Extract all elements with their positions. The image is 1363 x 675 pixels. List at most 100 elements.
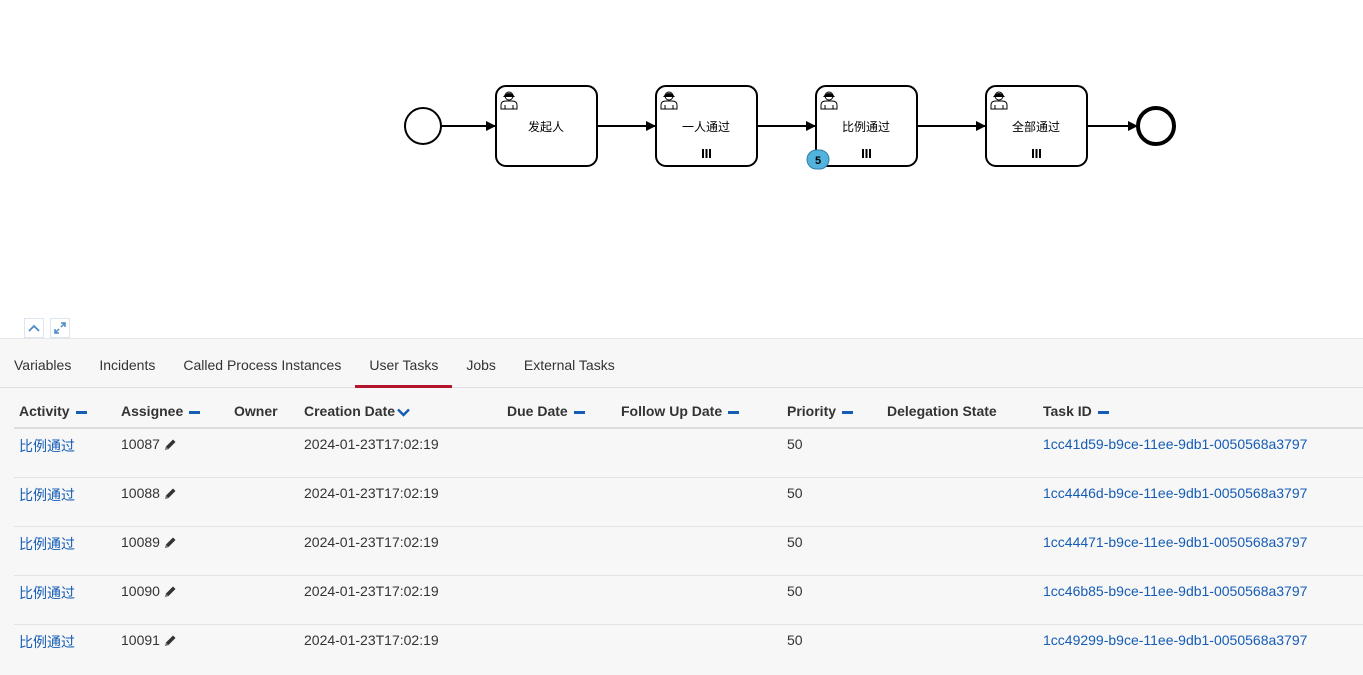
due-date-value — [502, 526, 616, 576]
instance-count-badge[interactable]: 5 — [806, 149, 830, 170]
activity-link[interactable]: 比例通过 — [19, 438, 75, 454]
svg-text:5: 5 — [815, 155, 821, 167]
owner-value — [229, 575, 299, 625]
delegation-state-value — [882, 575, 1038, 625]
task-id-link[interactable]: 1cc41d59-b9ce-11ee-9db1-0050568a3797 — [1043, 436, 1307, 452]
task-id-link[interactable]: 1cc4446d-b9ce-11ee-9db1-0050568a3797 — [1043, 485, 1307, 501]
chevron-up-icon — [28, 324, 40, 332]
bpmn-diagram[interactable]: 发起人 一人通过 比例通过 5 全部通过 — [0, 0, 1363, 338]
column-header-priority[interactable]: Priority — [782, 399, 882, 429]
start-event[interactable] — [404, 107, 442, 145]
sort-none-icon[interactable] — [842, 410, 854, 414]
pencil-icon[interactable] — [163, 634, 177, 648]
priority-value: 50 — [787, 632, 803, 648]
due-date-value — [502, 477, 616, 527]
column-header-owner: Owner — [229, 399, 299, 429]
follow-up-date-value — [616, 428, 782, 478]
follow-up-date-value — [616, 477, 782, 527]
tab-variables[interactable]: Variables — [0, 339, 85, 387]
creation-date-value: 2024-01-23T17:02:19 — [299, 526, 502, 576]
priority-value: 50 — [782, 477, 882, 527]
assignee-value: 10091 — [121, 632, 160, 648]
owner-value — [229, 477, 299, 527]
follow-up-date-value — [616, 625, 782, 674]
expand-icon — [54, 322, 66, 334]
sort-none-icon[interactable] — [1097, 410, 1109, 414]
column-header-activity[interactable]: Activity — [14, 399, 116, 429]
column-header-follow-up-date[interactable]: Follow Up Date — [616, 399, 782, 429]
bpmn-canvas: 发起人 一人通过 比例通过 5 全部通过 — [404, 85, 1176, 170]
assignee-value: 10087 — [121, 436, 160, 452]
priority-value: 50 — [782, 428, 882, 478]
tab-bar: Variables Incidents Called Process Insta… — [0, 339, 1363, 388]
priority-value: 50 — [782, 526, 882, 576]
follow-up-date-value — [616, 575, 782, 625]
column-header-creation-date[interactable]: Creation Date — [299, 399, 502, 429]
owner-value — [229, 526, 299, 576]
column-header-assignee[interactable]: Assignee — [116, 399, 229, 429]
task-id-link[interactable]: 1cc46b85-b9ce-11ee-9db1-0050568a3797 — [1043, 583, 1307, 599]
task-ratio-approve[interactable]: 比例通过 5 — [806, 85, 918, 170]
task-all-approve[interactable]: 全部通过 — [985, 85, 1088, 167]
pencil-icon[interactable] — [163, 585, 177, 599]
parallel-marker-icon — [702, 149, 711, 158]
sort-descending-icon[interactable] — [397, 408, 410, 417]
details-panel: Variables Incidents Called Process Insta… — [0, 338, 1363, 675]
tab-called-process-instances[interactable]: Called Process Instances — [169, 339, 355, 387]
column-header-due-date[interactable]: Due Date — [502, 399, 616, 429]
tab-jobs[interactable]: Jobs — [452, 339, 510, 387]
diagram-toolbar — [24, 318, 70, 338]
assignee-value: 10090 — [121, 583, 160, 599]
assignee-value: 10088 — [121, 485, 160, 501]
collapse-button[interactable] — [24, 318, 44, 338]
task-id-link[interactable]: 1cc44471-b9ce-11ee-9db1-0050568a3797 — [1043, 534, 1307, 550]
pencil-icon[interactable] — [163, 438, 177, 452]
sort-none-icon[interactable] — [728, 410, 740, 414]
activity-link[interactable]: 比例通过 — [19, 487, 75, 503]
task-label: 一人通过 — [682, 120, 730, 134]
table-row: 比例通过 10091 2024-01-23T17:02:19 50 1cc492… — [14, 625, 1363, 674]
delegation-state-value — [882, 477, 1038, 527]
follow-up-date-value — [616, 526, 782, 576]
sort-none-icon[interactable] — [75, 410, 87, 414]
task-initiator[interactable]: 发起人 — [495, 85, 598, 167]
column-header-delegation-state: Delegation State — [882, 399, 1038, 429]
table-row: 比例通过 10088 2024-01-23T17:02:19 50 1cc444… — [14, 477, 1363, 527]
column-header-task-id[interactable]: Task ID — [1038, 399, 1363, 429]
activity-link[interactable]: 比例通过 — [19, 585, 75, 601]
delegation-state-value — [882, 625, 1038, 674]
due-date-value — [502, 575, 616, 625]
parallel-marker-icon — [1032, 149, 1041, 158]
tab-user-tasks[interactable]: User Tasks — [355, 339, 453, 388]
pencil-icon[interactable] — [163, 487, 177, 501]
creation-date-value: 2024-01-23T17:02:19 — [299, 477, 502, 527]
end-event[interactable] — [1136, 106, 1176, 146]
user-tasks-table: Activity Assignee Owner Creation Date Du… — [14, 399, 1363, 673]
creation-date-value: 2024-01-23T17:02:19 — [299, 428, 502, 478]
task-id-link[interactable]: 1cc49299-b9ce-11ee-9db1-0050568a3797 — [1043, 632, 1307, 648]
sort-none-icon[interactable] — [189, 410, 201, 414]
task-label: 全部通过 — [1012, 119, 1060, 134]
task-one-approve[interactable]: 一人通过 — [655, 85, 758, 167]
table-row: 比例通过 10090 2024-01-23T17:02:19 50 1cc46b… — [14, 575, 1363, 625]
table-row: 比例通过 10087 2024-01-23T17:02:19 50 1cc41d… — [14, 428, 1363, 478]
tab-external-tasks[interactable]: External Tasks — [510, 339, 629, 387]
owner-value — [229, 625, 299, 674]
pencil-icon[interactable] — [163, 536, 177, 550]
task-label: 比例通过 — [842, 120, 890, 134]
tab-incidents[interactable]: Incidents — [85, 339, 169, 387]
parallel-marker-icon — [862, 149, 871, 158]
sort-none-icon[interactable] — [573, 410, 585, 414]
table-row: 比例通过 10089 2024-01-23T17:02:19 50 1cc444… — [14, 526, 1363, 576]
activity-link[interactable]: 比例通过 — [19, 634, 75, 650]
assignee-value: 10089 — [121, 534, 160, 550]
priority-value: 50 — [782, 575, 882, 625]
activity-link[interactable]: 比例通过 — [19, 536, 75, 552]
delegation-state-value — [882, 428, 1038, 478]
table-header-row: Activity Assignee Owner Creation Date Du… — [14, 399, 1363, 429]
fullscreen-button[interactable] — [50, 318, 70, 338]
delegation-state-value — [882, 526, 1038, 576]
creation-date-value: 2024-01-23T17:02:19 — [304, 632, 439, 648]
creation-date-value: 2024-01-23T17:02:19 — [299, 575, 502, 625]
owner-value — [229, 428, 299, 478]
